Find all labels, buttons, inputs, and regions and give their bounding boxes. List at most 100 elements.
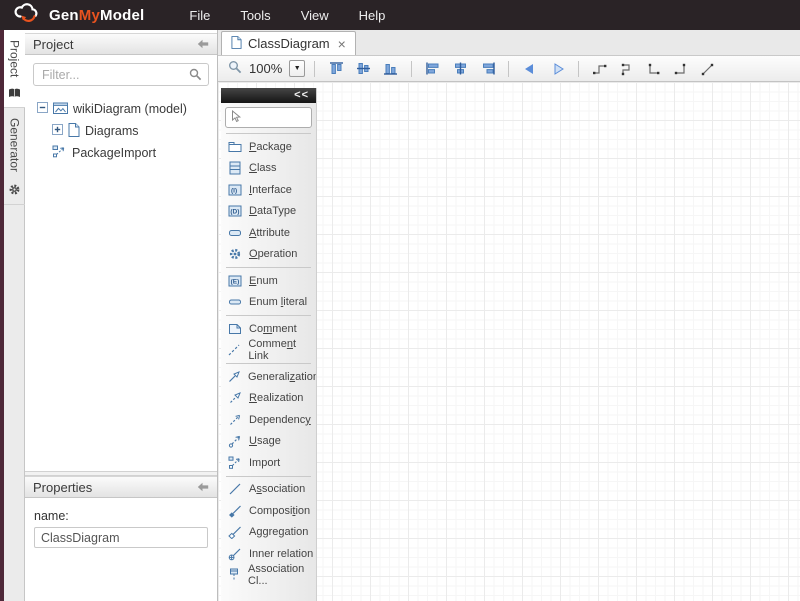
zoom-level-value: 100% (249, 61, 282, 76)
palette-item-enum[interactable]: (E) Enum (221, 270, 316, 292)
model-icon (53, 102, 68, 117)
align-middle-button[interactable] (351, 58, 375, 79)
side-tab-strip: Project Generator (4, 30, 25, 601)
triangle-left-button[interactable] (518, 58, 542, 79)
project-panel-title: Project (33, 37, 73, 52)
palette-item-class[interactable]: Class (221, 158, 316, 180)
palette-item-aggregation[interactable]: Aggregation (221, 522, 316, 544)
association-class-icon (227, 568, 241, 582)
palette-item-dependency[interactable]: Dependency (221, 409, 316, 431)
side-tab-generator-label: Generator (8, 118, 22, 172)
palette-item-label: Import (249, 457, 280, 469)
palette-item-usage[interactable]: Usage (221, 431, 316, 453)
palette-item-realization[interactable]: Realization (221, 388, 316, 410)
pin-panel-icon[interactable] (197, 37, 209, 52)
route-corner-right-button[interactable] (669, 58, 693, 79)
package-icon (227, 140, 242, 154)
menubar: File Tools View Help (174, 2, 400, 29)
palette-item-label: Package (249, 141, 292, 153)
datatype-icon: (D) (227, 204, 242, 218)
svg-text:(D): (D) (230, 209, 239, 216)
palette-item-composition[interactable]: Composition (221, 500, 316, 522)
route-step-button[interactable] (588, 58, 612, 79)
cloud-logo-icon (12, 3, 42, 27)
palette-item-comment-link[interactable]: Comment Link (221, 340, 316, 362)
tree-item-model[interactable]: wikiDiagram (model) (25, 98, 217, 120)
properties-bottom-space (25, 559, 217, 601)
menu-help[interactable]: Help (344, 2, 401, 29)
palette-item-label: Aggregation (249, 526, 308, 538)
palette-item-label: Attribute (249, 227, 290, 239)
palette-item-association-class[interactable]: Association Cl... (221, 565, 316, 587)
genmymodel-app: GenMyModel File Tools View Help Project (0, 0, 800, 601)
align-bottom-button[interactable] (378, 58, 402, 79)
expand-expander-icon[interactable] (52, 124, 63, 138)
route-corner-left-button[interactable] (642, 58, 666, 79)
properties-panel-header: Properties (25, 476, 217, 498)
palette-item-import[interactable]: Import (221, 452, 316, 474)
sidebar-tab-project[interactable]: Project (4, 30, 25, 108)
topbar: GenMyModel File Tools View Help (0, 0, 800, 30)
pin-panel-icon[interactable] (197, 480, 209, 495)
brand-text: GenMyModel (49, 7, 144, 24)
selection-tool-button[interactable] (225, 107, 312, 128)
toolbar-separator (411, 61, 412, 77)
triangle-right-button[interactable] (545, 58, 569, 79)
palette-item-attribute[interactable]: Attribute (221, 222, 316, 244)
interface-icon: (I) (227, 183, 242, 197)
align-right-button[interactable] (475, 58, 499, 79)
palette-item-operation[interactable]: Operation (221, 244, 316, 266)
palette-divider (226, 267, 311, 268)
side-tab-project-label: Project (8, 40, 22, 77)
genmymodel-logo[interactable]: GenMyModel (12, 3, 144, 27)
cursor-arrow-icon (230, 110, 242, 126)
zoom-dropdown-button[interactable]: ▼ (289, 60, 305, 77)
attribute-icon (227, 226, 242, 240)
diagram-canvas[interactable]: << Package (218, 82, 800, 601)
palette-item-package[interactable]: Package (221, 136, 316, 158)
tab-classdiagram[interactable]: ClassDiagram × (221, 31, 356, 55)
palette-item-label: Association (249, 483, 305, 495)
zoom-magnifier-icon (228, 60, 242, 77)
aggregation-icon (227, 525, 242, 539)
tree-item-packageimport[interactable]: PackageImport (25, 142, 217, 164)
palette-divider (226, 133, 311, 134)
filter-input[interactable] (33, 63, 209, 86)
toolbar-separator (314, 61, 315, 77)
palette-item-datatype[interactable]: (D) DataType (221, 201, 316, 223)
tab-close-icon[interactable]: × (338, 37, 346, 51)
palette-item-enum-literal[interactable]: Enum literal (221, 292, 316, 314)
palette-item-association[interactable]: Association (221, 479, 316, 501)
sidebar-tab-generator[interactable]: Generator (4, 108, 25, 205)
align-center-button[interactable] (448, 58, 472, 79)
menu-file[interactable]: File (174, 2, 225, 29)
toolbar-separator (578, 61, 579, 77)
tree-item-diagrams[interactable]: Diagrams (25, 120, 217, 142)
palette-item-label: Enum literal (249, 296, 307, 308)
tree-item-label: wikiDiagram (model) (73, 102, 187, 116)
editor-toolbar: 100% ▼ (218, 56, 800, 82)
palette-item-comment[interactable]: Comment (221, 318, 316, 340)
name-field-input[interactable] (34, 527, 208, 548)
menu-tools[interactable]: Tools (225, 2, 285, 29)
panel-empty-area (25, 164, 217, 471)
palette-item-inner-relation[interactable]: Inner relation (221, 543, 316, 565)
palette-item-interface[interactable]: (I) Interface (221, 179, 316, 201)
align-left-button[interactable] (421, 58, 445, 79)
diagram-editor: ClassDiagram × 100% ▼ (218, 30, 800, 601)
collapse-expander-icon[interactable] (37, 102, 48, 116)
comment-icon (227, 322, 242, 336)
palette-collapse-button[interactable]: << (221, 88, 316, 103)
gear-icon (8, 179, 21, 196)
svg-text:(I): (I) (231, 187, 237, 194)
palette-item-label: Inner relation (249, 548, 313, 560)
align-top-button[interactable] (324, 58, 348, 79)
palette-item-generalization[interactable]: Generalization (221, 366, 316, 388)
palette-item-label: Usage (249, 435, 281, 447)
menu-view[interactable]: View (286, 2, 344, 29)
search-icon (189, 68, 202, 84)
route-oblique-button[interactable] (696, 58, 720, 79)
inner-relation-icon (227, 547, 242, 561)
tree-item-label: PackageImport (72, 146, 156, 160)
route-zigzag-button[interactable] (615, 58, 639, 79)
